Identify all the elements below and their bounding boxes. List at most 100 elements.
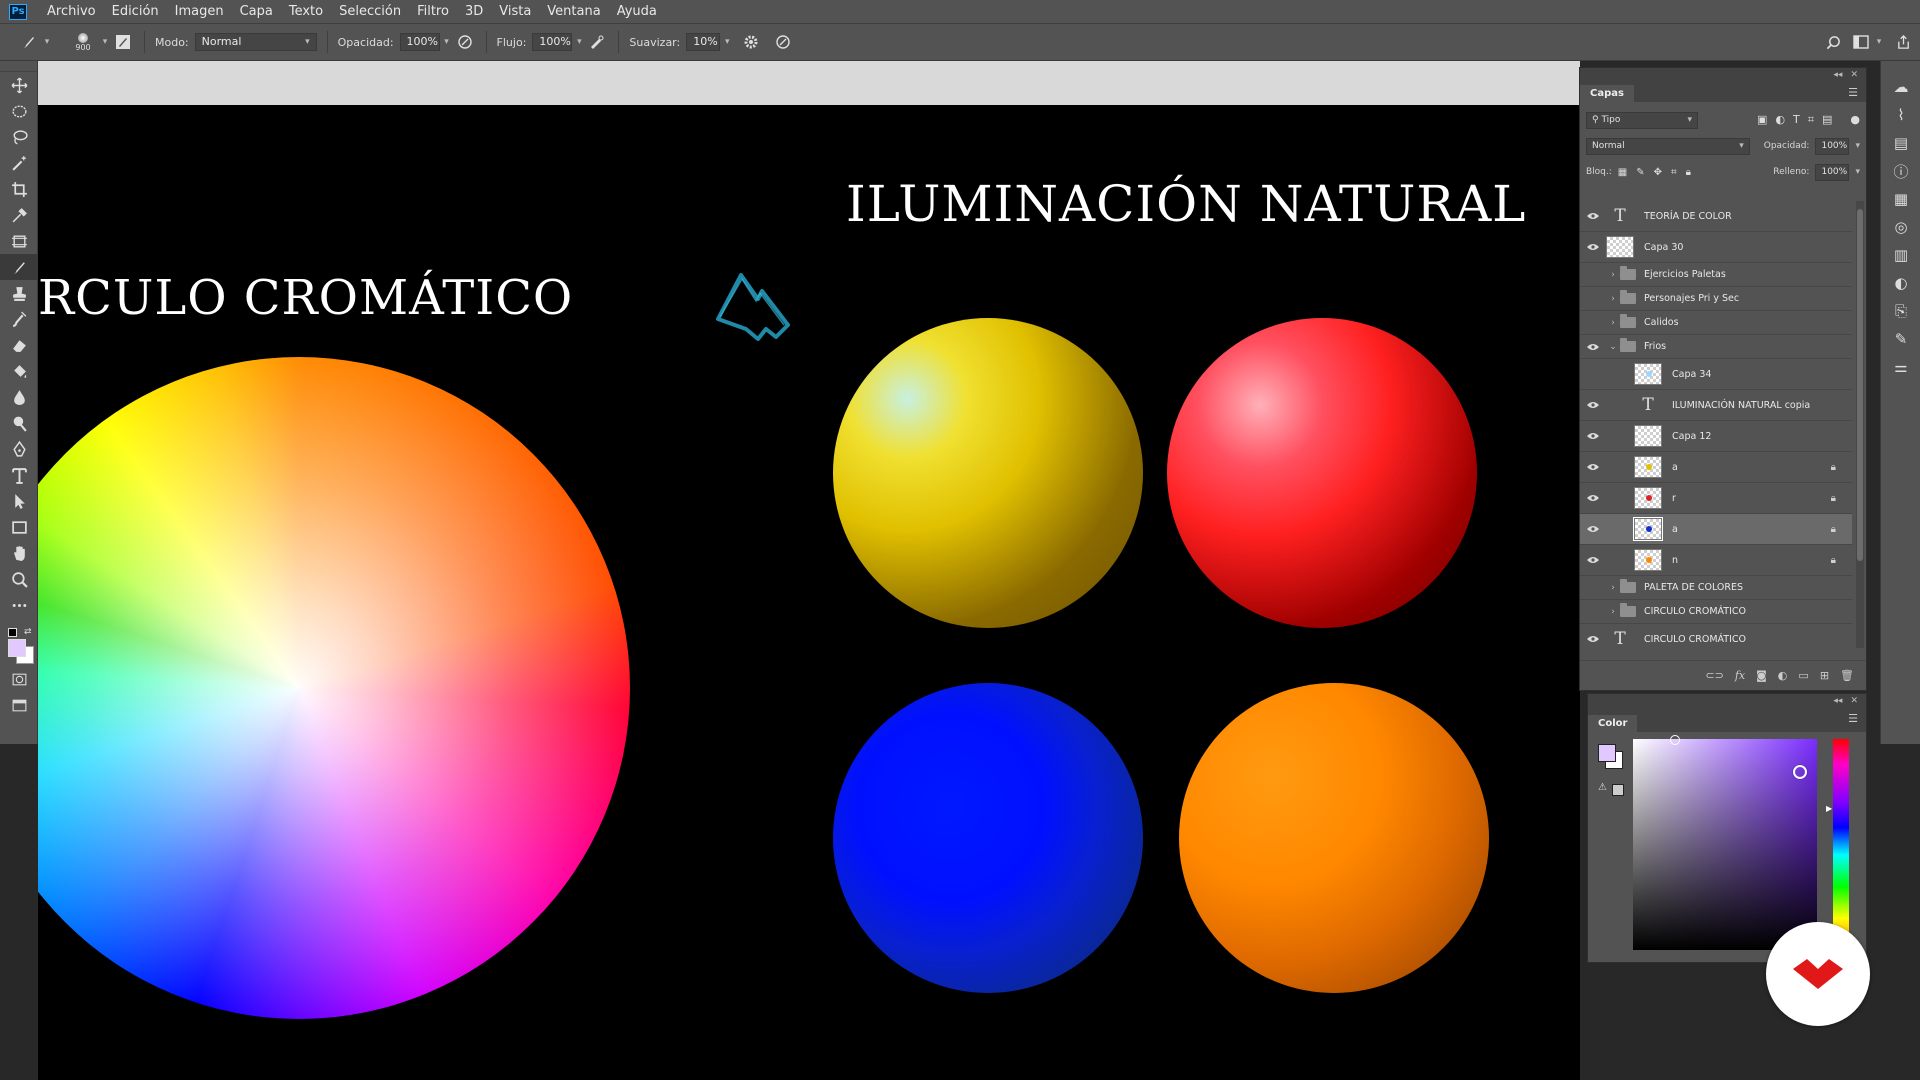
saturation-value-picker[interactable]: [1633, 735, 1817, 950]
crop-tool-icon[interactable]: [0, 176, 38, 202]
layer-row-ejercicios-paletas[interactable]: › Ejercicios Paletas: [1580, 263, 1852, 287]
chevron-down-icon[interactable]: ▾: [1855, 141, 1860, 151]
chevron-right-icon[interactable]: ›: [1606, 294, 1620, 304]
move-tool-icon[interactable]: [0, 72, 38, 98]
fill-input[interactable]: 100%: [1815, 163, 1850, 181]
photoshop-logo[interactable]: Ps: [9, 3, 27, 20]
brush-tool-preset-icon[interactable]: [18, 31, 40, 53]
filter-smartobject-icon[interactable]: ▤: [1822, 113, 1832, 127]
paint-bucket-tool-icon[interactable]: [0, 358, 38, 384]
layer-row-n[interactable]: n 🔒︎: [1580, 545, 1852, 576]
magic-wand-tool-icon[interactable]: [0, 150, 38, 176]
channels-icon[interactable]: ◎: [1881, 213, 1920, 241]
foreground-color-swatch[interactable]: [8, 639, 26, 657]
hue-slider[interactable]: [1833, 739, 1849, 950]
collapse-panel-icon[interactable]: ◂◂: [1833, 70, 1842, 80]
brush-picker-dropdown[interactable]: ▾: [98, 33, 112, 51]
eyedropper-tool-icon[interactable]: [0, 202, 38, 228]
chevron-down-icon[interactable]: ▾: [1855, 167, 1860, 177]
libraries-icon[interactable]: ☁: [1881, 73, 1920, 101]
new-layer-icon[interactable]: ⊞: [1820, 669, 1829, 682]
layer-row-paleta-de-colores[interactable]: › PALETA DE COLORES: [1580, 576, 1852, 600]
menu-item-3d[interactable]: 3D: [457, 4, 491, 19]
menu-item-imagen[interactable]: Imagen: [167, 4, 232, 19]
layer-row-circulo-cromatico[interactable]: T CIRCULO CROMÁTICO: [1580, 624, 1852, 648]
eye-icon[interactable]: [1580, 343, 1606, 351]
layer-row-personajes-pri-y-sec[interactable]: › Personajes Pri y Sec: [1580, 287, 1852, 311]
lock-position-icon[interactable]: ✥: [1654, 167, 1662, 178]
layer-row-capa-30[interactable]: Capa 30: [1580, 232, 1852, 263]
layer-row-frios[interactable]: ⌄ Frios: [1580, 335, 1852, 359]
layer-row-calidos[interactable]: › Calidos: [1580, 311, 1852, 335]
collapse-panel-icon[interactable]: ◂◂: [1833, 696, 1842, 706]
more-tool-icon[interactable]: [0, 592, 38, 618]
eraser-tool-icon[interactable]: [0, 332, 38, 358]
filter-adjustment-icon[interactable]: ◐: [1775, 113, 1785, 127]
screen-mode-icon[interactable]: [0, 692, 38, 718]
paths-icon[interactable]: ⌇: [1881, 101, 1920, 129]
history-brush-tool-icon[interactable]: [0, 306, 38, 332]
layers-scrollbar[interactable]: [1856, 201, 1864, 648]
menu-item-seleccion[interactable]: Selección: [331, 4, 409, 19]
chevron-right-icon[interactable]: ›: [1606, 318, 1620, 328]
link-layers-icon[interactable]: ⊂⊃: [1705, 669, 1723, 682]
gamut-color-swatch[interactable]: [1612, 784, 1624, 796]
eye-icon[interactable]: [1580, 212, 1606, 220]
eye-icon[interactable]: [1580, 432, 1606, 440]
eye-icon[interactable]: [1580, 319, 1606, 327]
layer-row-teoria-de-color[interactable]: T TEORÍA DE COLOR: [1580, 201, 1852, 232]
pressure-opacity-icon[interactable]: [454, 31, 476, 53]
gear-icon[interactable]: [740, 31, 762, 53]
panel-menu-icon[interactable]: ☰: [1848, 86, 1858, 99]
brush-tool-icon[interactable]: [0, 254, 38, 280]
layer-row-a[interactable]: a 🔒︎: [1580, 452, 1852, 483]
menu-item-ventana[interactable]: Ventana: [539, 4, 608, 19]
share-icon[interactable]: [1892, 31, 1914, 53]
eye-icon[interactable]: [1580, 463, 1606, 471]
airbrush-icon[interactable]: [586, 31, 608, 53]
search-icon[interactable]: [1822, 31, 1844, 53]
layer-row-circulo-cromatico[interactable]: › CIRCULO CROMÁTICO: [1580, 600, 1852, 624]
layer-row-capa-12[interactable]: Capa 12: [1580, 421, 1852, 452]
lock-pixels-icon[interactable]: ✎: [1636, 167, 1644, 178]
delete-layer-icon[interactable]: 🗑︎: [1840, 669, 1854, 682]
eye-icon[interactable]: [1580, 608, 1606, 616]
blend-mode-select[interactable]: Normal ▾: [1586, 137, 1750, 155]
layer-row-a[interactable]: a 🔒︎: [1580, 514, 1852, 545]
menu-item-texto[interactable]: Texto: [281, 4, 331, 19]
eye-icon[interactable]: [1580, 494, 1606, 502]
eye-icon[interactable]: [1580, 295, 1606, 303]
filter-toggle-icon[interactable]: ●: [1850, 113, 1860, 127]
brush-settings-icon[interactable]: ⚌: [1881, 353, 1920, 381]
history-icon[interactable]: ⎘: [1881, 297, 1920, 325]
pressure-size-icon[interactable]: [772, 31, 794, 53]
properties-icon[interactable]: ▤: [1881, 129, 1920, 157]
chevron-right-icon[interactable]: ›: [1606, 583, 1620, 593]
smoothing-slider-dropdown[interactable]: ▾: [720, 33, 734, 51]
eye-icon[interactable]: [1580, 635, 1606, 643]
tab-color[interactable]: Color: [1588, 715, 1638, 732]
eye-icon[interactable]: [1580, 525, 1606, 533]
swap-colors-icon[interactable]: ⇄: [24, 627, 32, 637]
lock-transparency-icon[interactable]: ▦: [1618, 167, 1627, 178]
filter-pixel-icon[interactable]: ▣: [1757, 113, 1767, 127]
menu-item-filtro[interactable]: Filtro: [409, 4, 457, 19]
marquee-tool-icon[interactable]: [0, 98, 38, 124]
dodge-tool-icon[interactable]: [0, 410, 38, 436]
out-of-gamut-warning-icon[interactable]: ⚠: [1598, 782, 1607, 793]
opacity-input[interactable]: 100%: [399, 33, 440, 51]
eye-icon[interactable]: [1580, 584, 1606, 592]
tool-preset-dropdown[interactable]: ▾: [40, 33, 54, 51]
brush-settings-panel-icon[interactable]: [112, 31, 134, 53]
default-colors-icon[interactable]: [8, 628, 17, 637]
menu-item-vista[interactable]: Vista: [491, 4, 539, 19]
rectangle-tool-icon[interactable]: [0, 514, 38, 540]
workspace-icon[interactable]: [1850, 31, 1872, 53]
layer-opacity-input[interactable]: 100%: [1815, 137, 1850, 155]
adjustments-icon[interactable]: ◐: [1881, 269, 1920, 297]
adjustment-layer-icon[interactable]: ◐: [1778, 669, 1788, 682]
panel-menu-icon[interactable]: ☰: [1848, 712, 1858, 725]
eye-icon[interactable]: [1580, 401, 1606, 409]
smoothing-input[interactable]: 10%: [686, 33, 721, 51]
chevron-right-icon[interactable]: ›: [1606, 607, 1620, 617]
